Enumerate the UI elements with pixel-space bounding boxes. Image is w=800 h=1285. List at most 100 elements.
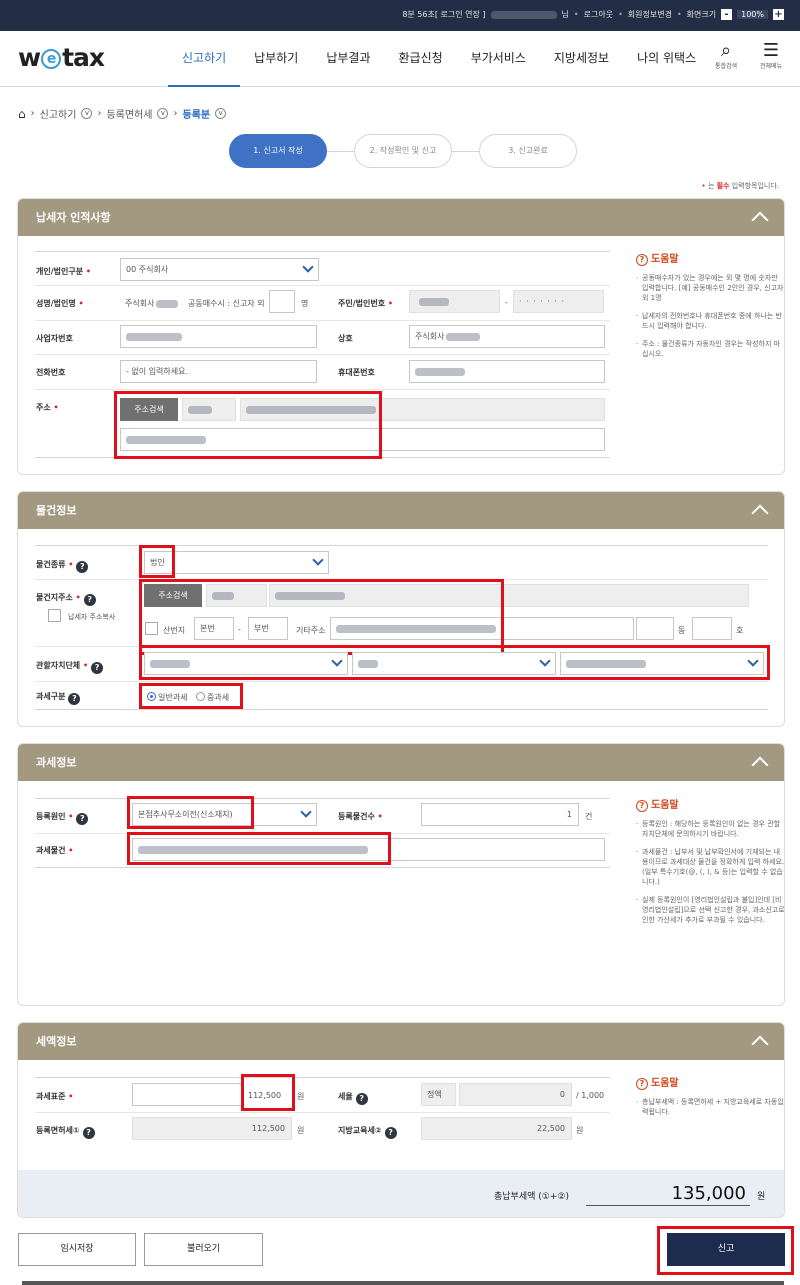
nav-my-wetax[interactable]: 나의 위택스 [623,31,710,87]
search-icon: ⌕ [720,40,732,61]
question-icon[interactable]: ? [384,1127,397,1139]
divider [35,709,768,710]
ho-label: 호 [736,626,744,635]
logout-link[interactable]: 로그아웃 [584,9,613,20]
registration-count-input[interactable]: 1 [421,803,579,826]
edu-tax-unit: 원 [576,1126,584,1135]
taxtype-label: 과세구분? [36,691,81,705]
rate-label: 세율? [338,1091,368,1105]
zoom-level: 100% [737,10,768,19]
nav-local-tax-info[interactable]: 지방세정보 [540,31,623,87]
copy-address-checkbox[interactable] [48,609,61,622]
regno-front-input[interactable] [409,290,500,313]
cause-label: 등록원인 •? [36,811,89,825]
chevron-up-icon[interactable] [751,504,769,522]
main-nav: 신고하기 납부하기 납부결과 환급신청 부가서비스 지방세정보 나의 위택스 [168,31,710,87]
dong-input[interactable] [636,617,674,640]
phone-input[interactable]: - 없이 입력하세요. [120,360,317,383]
question-icon[interactable]: ? [76,813,89,825]
required-note: • 는 필수 입력항목입니다. [701,182,779,190]
taxpayer-panel-header[interactable]: 납세자 인적사항 [18,199,784,236]
total-unit: 원 [757,1192,766,1202]
highlight-box [139,645,770,680]
nav-report[interactable]: 신고하기 [168,31,241,87]
breadcrumb-sep: › [97,108,102,119]
highlight-box [139,579,504,655]
user-suffix: 님 [561,10,569,19]
session-timer[interactable]: 8분 56초[ 로그인 연장 ] [402,9,485,20]
step-write: 1. 신고서 작성 [229,134,327,168]
name-value: 주식회사 [125,298,179,309]
nav-payment[interactable]: 납부하기 [240,31,312,87]
taxation-panel: 과세정보 등록원인 •? 본점추사무소이전(신소재지) 등록물건수 • 1 건 … [17,743,785,1006]
wetax-logo[interactable]: w e tax [18,43,105,72]
tax-base-label: 과세표준 • [36,1092,74,1101]
zoom-out-button[interactable]: - [721,9,733,20]
chevron-down-icon [300,806,312,818]
breadcrumb-level1[interactable]: 신고하기 [40,106,77,121]
question-icon[interactable]: ? [83,594,96,606]
tax-base-unit: 원 [297,1092,305,1101]
gov-label: 관할자치단체 •? [36,660,104,674]
divider [35,320,610,321]
search-button[interactable]: ⌕ 통합검색 [709,40,743,71]
highlight-box [657,1226,794,1275]
step-complete: 3. 신고완료 [479,134,577,168]
question-icon[interactable]: ? [76,561,89,573]
regno-back-input[interactable]: · · · · · · · [513,290,604,313]
taxpayer-panel: 납세자 인적사항 개인/법인구분 • 00 주식회사 성명/법인명 • 주식회사… [17,198,785,475]
zoom-in-button[interactable]: + [773,9,784,20]
chevron-down-icon[interactable]: v [157,108,169,119]
load-button[interactable]: 불러오기 [144,1233,263,1266]
highlight-box [139,683,243,709]
chevron-down-icon[interactable]: v [215,108,227,119]
regno-label: 주민/법인번호 • [338,299,394,308]
breadcrumb-current[interactable]: 등록분 [182,106,210,121]
tax-base-input[interactable] [132,1083,242,1106]
kind-label: 물건종류 •? [36,559,89,573]
breadcrumb-sep: › [30,108,35,119]
chevron-up-icon[interactable] [751,1035,769,1053]
amount-help: ?도움말 총납부세액 : 등록면허세 + 지방교육세로 자동입력됩니다. [636,1074,784,1125]
home-icon[interactable]: ⌂ [18,107,26,121]
nav-refund[interactable]: 환급신청 [385,31,457,87]
chevron-down-icon[interactable]: v [81,108,93,119]
menu-button[interactable]: ☰ 전체메뉴 [754,41,788,71]
nav-payment-result[interactable]: 납부결과 [312,31,384,87]
help-icon: ? [636,800,648,812]
chevron-up-icon[interactable] [751,756,769,774]
amount-panel-header[interactable]: 세액정보 [18,1023,784,1060]
total-tax-bar: 총납부세액 (①+②) 135,000 원 [18,1170,784,1217]
bizno-input[interactable] [120,325,317,348]
question-icon[interactable]: ? [355,1093,368,1105]
separator: • [573,10,579,19]
property-panel-header[interactable]: 물건정보 [18,492,784,529]
temp-save-button[interactable]: 임시저장 [18,1233,136,1266]
divider [35,354,610,355]
divider [35,1112,610,1113]
rate-type-field: 정액 [421,1083,456,1106]
help-icon: ? [636,1078,648,1090]
property-addr-label: 물건지주소 •? [36,592,96,606]
edu-tax-label: 지방교육세②? [338,1125,397,1139]
question-icon[interactable]: ? [68,693,81,705]
mobile-input[interactable] [409,360,605,383]
question-icon[interactable]: ? [82,1127,95,1139]
ho-input[interactable] [692,617,732,640]
regno-dash: - [505,298,508,307]
member-info-link[interactable]: 회원정보변경 [628,9,672,20]
total-value: 135,000 [586,1182,750,1206]
taxation-panel-header[interactable]: 과세정보 [18,744,784,781]
question-icon[interactable]: ? [91,662,104,674]
co-owner-count-input[interactable] [269,290,295,313]
chevron-up-icon[interactable] [751,211,769,229]
user-name-redacted [490,10,557,19]
company-input[interactable]: 주식회사 [409,325,605,348]
breadcrumb-level2[interactable]: 등록면허세 [106,106,152,121]
taxpayer-type-select[interactable]: 00 주식회사 [120,258,319,281]
nav-extra-service[interactable]: 부가서비스 [457,31,540,87]
total-label: 총납부세액 (①+②) [494,1192,569,1202]
co-owner-label: 공동매수시 : 신고자 외 [188,299,265,308]
object-label: 과세물건 • [36,846,74,855]
highlight-box [127,832,391,865]
